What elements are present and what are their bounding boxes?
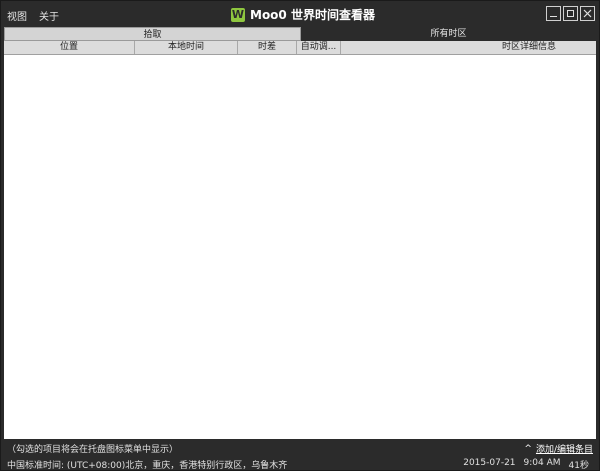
title-bar: 视图 关于 W Moo0 世界时间查看器	[1, 1, 599, 27]
caret-up-icon: ^	[524, 443, 532, 454]
app-window: 视图 关于 W Moo0 世界时间查看器 拾取 所有时区 位置 本地时间 时差 …	[0, 0, 600, 471]
app-title: Moo0 世界时间查看器	[250, 8, 375, 22]
column-offset[interactable]: 时差	[238, 41, 297, 54]
status-date: 2015-07-21	[463, 458, 516, 468]
tray-hint: （勾选的项目将会在托盘图标菜单中显示）	[7, 445, 179, 455]
close-button[interactable]	[580, 6, 595, 21]
menu-view[interactable]: 视图	[7, 8, 27, 23]
status-timezone: 中国标准时间: (UTC+08:00)北京，重庆，香港特别行政区，乌鲁木齐	[7, 461, 288, 471]
tab-bar: 拾取 所有时区	[4, 27, 596, 41]
status-clock: 2015-07-21 9:04 AM 41秒	[463, 458, 589, 471]
column-local-time[interactable]: 本地时间	[135, 41, 238, 54]
timezone-list[interactable]	[4, 55, 596, 439]
column-timezone-details[interactable]: 时区详细信息	[341, 41, 596, 54]
window-controls	[546, 6, 595, 21]
menu-bar: 视图 关于	[7, 8, 59, 23]
status-time: 9:04 AM	[523, 458, 561, 468]
add-edit-area: ^ 添加/编辑条目	[524, 442, 593, 456]
table-header: 位置 本地时间 时差 自动调... 时区详细信息	[4, 41, 596, 55]
column-auto-adjust[interactable]: 自动调...	[297, 41, 341, 54]
window-title: W Moo0 世界时间查看器	[231, 6, 375, 23]
column-location[interactable]: 位置	[4, 41, 135, 54]
add-edit-link[interactable]: 添加/编辑条目	[536, 442, 593, 455]
status-seconds: 41秒	[568, 461, 589, 471]
close-icon	[583, 9, 592, 18]
tab-all-timezones[interactable]: 所有时区	[301, 27, 596, 41]
minimize-button[interactable]	[546, 6, 561, 21]
app-logo-icon: W	[231, 7, 245, 22]
tab-pick[interactable]: 拾取	[4, 27, 301, 41]
menu-about[interactable]: 关于	[39, 8, 59, 23]
maximize-button[interactable]	[563, 6, 578, 21]
